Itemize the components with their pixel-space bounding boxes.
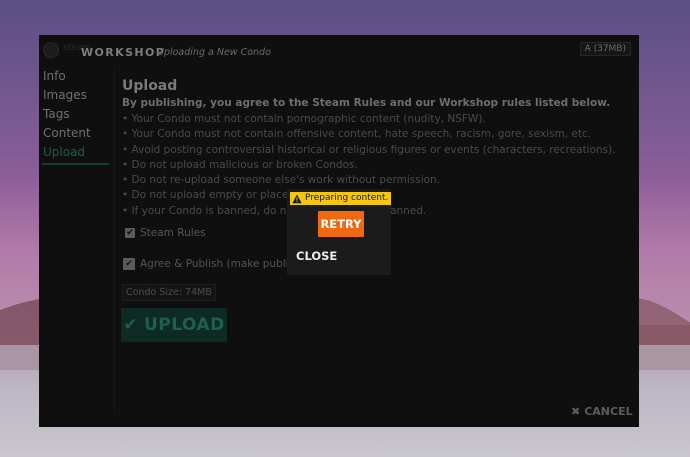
title-bar: steam WORKSHOP Uploading a New Condo A (…: [39, 35, 639, 65]
checkmark-icon: ✔: [123, 315, 138, 335]
agree-publish-label[interactable]: Agree & Publish (make public): [140, 258, 298, 270]
agree-publish-checkbox[interactable]: ✔: [123, 258, 135, 270]
condo-size-label: Condo Size: 74MB: [122, 284, 216, 301]
warning-icon: [292, 194, 302, 203]
close-button[interactable]: CLOSE: [296, 249, 337, 263]
size-indicator: A (37MB): [579, 42, 631, 56]
rule-item: • Do not upload malicious or broken Cond…: [122, 158, 358, 171]
window-subtitle: Uploading a New Condo: [157, 47, 271, 58]
status-badge: Preparing content.: [290, 192, 392, 205]
steam-rules-checkbox[interactable]: ✔: [125, 228, 135, 238]
cancel-button-label[interactable]: CANCEL: [584, 405, 632, 418]
publish-agreement-text: By publishing, you agree to the Steam Ru…: [122, 97, 611, 109]
status-text: Preparing content.: [305, 193, 389, 203]
upload-progress-dialog: Preparing content. RETRY CLOSE: [287, 189, 392, 275]
active-tab-indicator: [42, 163, 109, 165]
sidebar-item-upload[interactable]: Upload: [42, 143, 112, 162]
retry-button[interactable]: RETRY: [318, 211, 364, 237]
page-title: Upload: [122, 78, 178, 94]
sidebar-item-content[interactable]: Content: [42, 124, 112, 143]
cancel-button[interactable]: ✖ CANCEL: [571, 405, 633, 418]
sidebar: Info Images Tags Content Upload: [42, 67, 112, 165]
agree-publish-row[interactable]: ✔ Agree & Publish (make public): [123, 258, 298, 270]
close-icon: ✖: [571, 405, 581, 418]
rule-item: • Avoid posting controversial historical…: [122, 143, 616, 156]
sidebar-item-images[interactable]: Images: [42, 86, 112, 105]
rule-item: • Your Condo must not contain offensive …: [122, 128, 592, 141]
rule-item-text: • If your Condo is banned, do no: [122, 204, 293, 217]
window-title: WORKSHOP: [81, 46, 166, 59]
upload-button[interactable]: ✔ UPLOAD: [121, 308, 227, 342]
upload-button-label[interactable]: UPLOAD: [144, 315, 225, 335]
rule-item: • Your Condo must not contain pornograph…: [122, 113, 486, 125]
steam-rules-row[interactable]: ✔ Steam Rules: [125, 227, 206, 239]
rule-item: • Do not re-upload someone else's work w…: [122, 174, 441, 187]
steam-logo-icon: [43, 42, 59, 58]
sidebar-item-tags[interactable]: Tags: [42, 105, 112, 124]
sidebar-divider: [114, 65, 115, 415]
sidebar-item-info[interactable]: Info: [42, 67, 112, 86]
steam-rules-label[interactable]: Steam Rules: [140, 227, 206, 239]
